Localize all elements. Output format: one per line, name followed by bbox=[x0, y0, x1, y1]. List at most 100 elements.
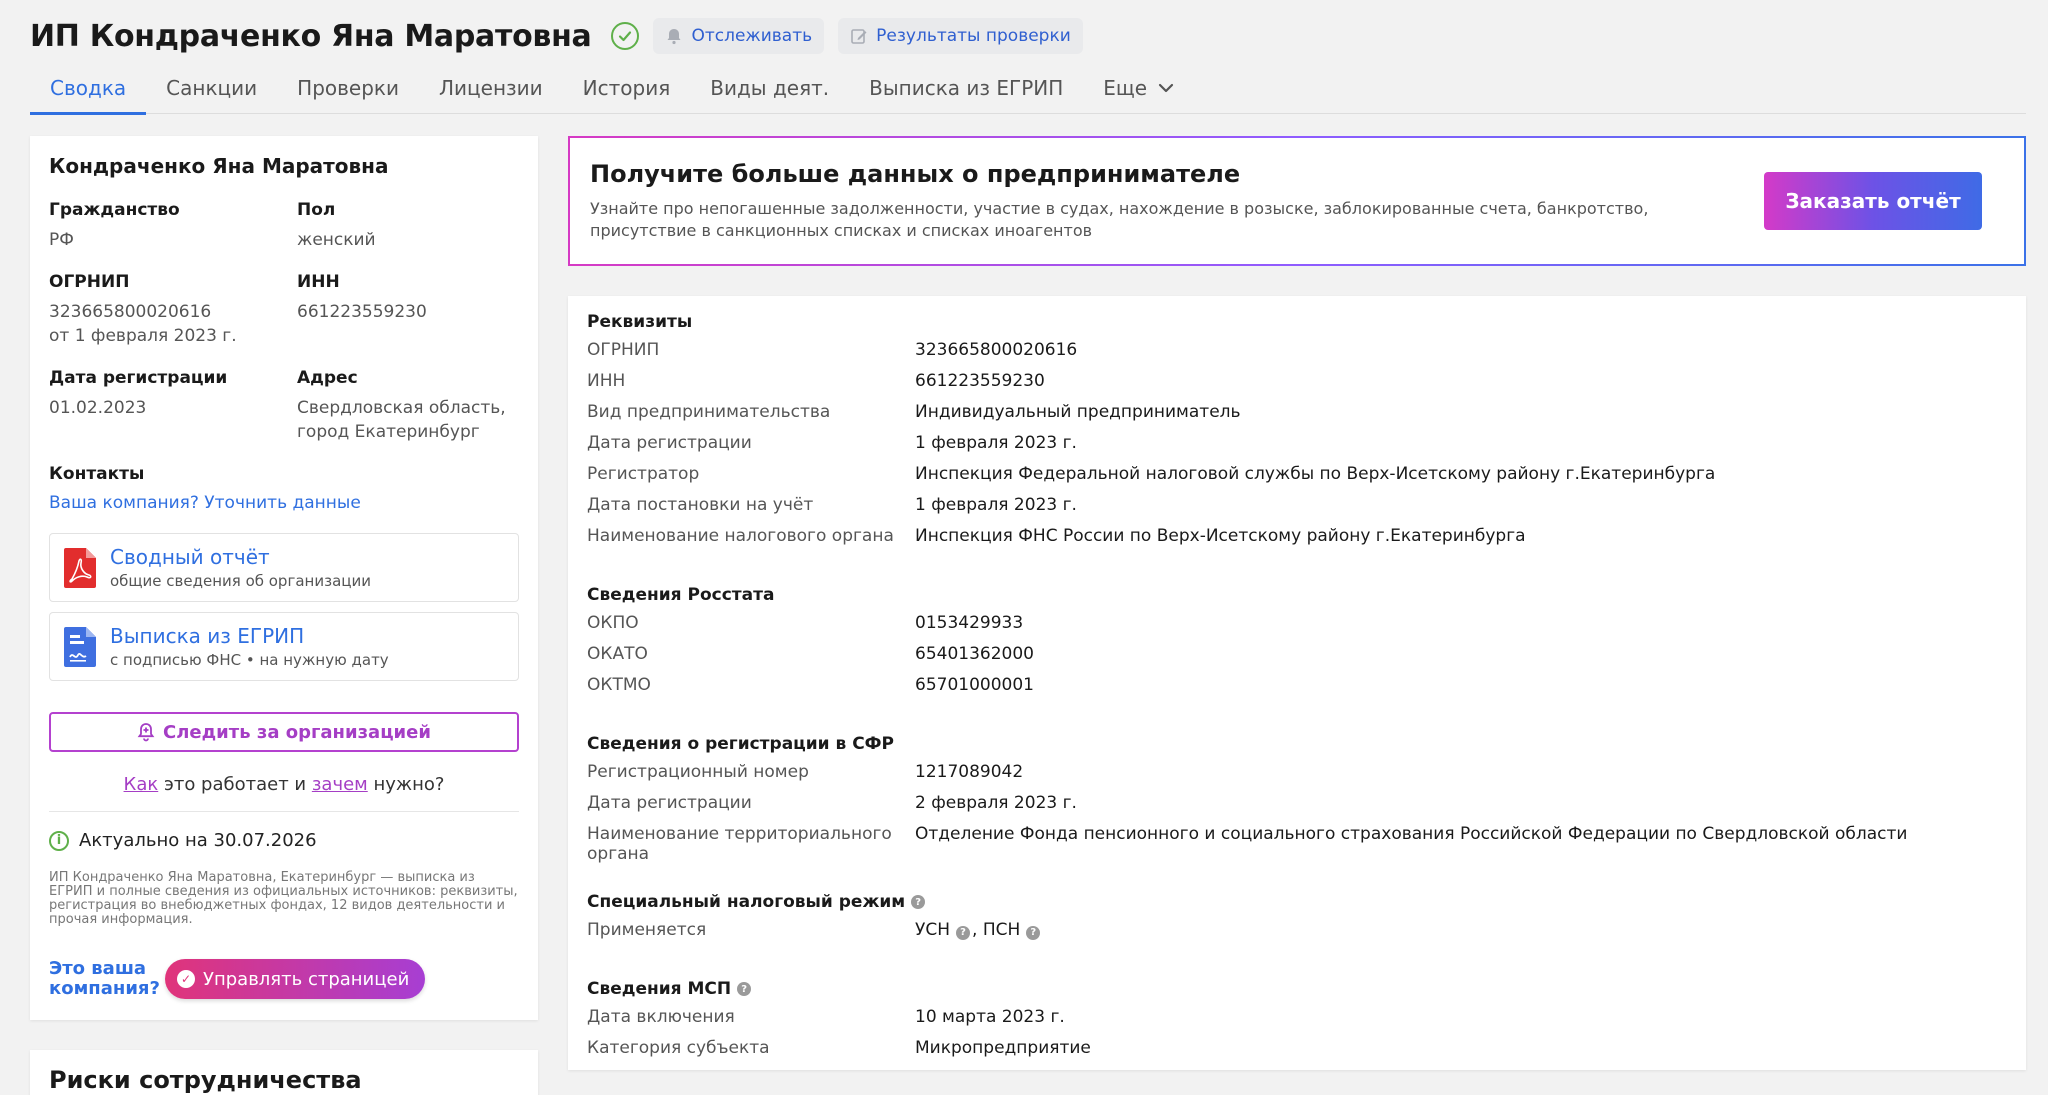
row-key: Применяется bbox=[587, 920, 707, 940]
row-value: 0153429933 bbox=[915, 613, 1024, 633]
track-button-label: Отслеживать bbox=[691, 26, 813, 46]
tab-label: Виды деят. bbox=[710, 76, 830, 100]
check-results-button[interactable]: Результаты проверки bbox=[838, 18, 1083, 54]
tab-label: История bbox=[582, 76, 671, 100]
verified-check-icon bbox=[611, 22, 640, 50]
tab-label: Выписка из ЕГРИП bbox=[869, 76, 1064, 100]
requisites-card: Реквизиты ОГРНИП 323665800020616 ИНН 66122… bbox=[568, 296, 2026, 1070]
tab-inspections[interactable]: Проверки bbox=[277, 62, 419, 114]
why-link[interactable]: зачем bbox=[312, 774, 368, 795]
info-icon: i bbox=[49, 830, 69, 851]
how-link[interactable]: Как bbox=[124, 774, 159, 795]
ogrnip-value: 323665800020616 bbox=[49, 302, 212, 322]
row-key: Наименование налогового органа bbox=[587, 526, 894, 546]
summary-report-title: Сводный отчёт bbox=[110, 545, 270, 569]
reg-date-label: Дата регистрации bbox=[49, 368, 228, 388]
page-title: ИП Кондраченко Яна Маратовна bbox=[30, 18, 592, 54]
clarify-data-link[interactable]: Ваша компания? Уточнить данные bbox=[49, 493, 519, 513]
row-key: Регистратор bbox=[587, 464, 700, 484]
help-icon[interactable]: ? bbox=[737, 982, 752, 996]
contacts-label: Контакты bbox=[49, 464, 145, 484]
row-value: 2 февраля 2023 г. bbox=[915, 793, 1077, 813]
row-key: Дата включения bbox=[587, 1007, 735, 1027]
rosstat-title: Сведения Росстата bbox=[587, 585, 775, 605]
egrip-extract-link[interactable]: Выписка из ЕГРИП с подписью ФНС • на нуж… bbox=[49, 612, 519, 681]
row-key: ОКПО bbox=[587, 613, 639, 633]
own-company-link[interactable]: Это ваша компания? bbox=[49, 959, 160, 999]
psn-label: ПСН bbox=[982, 920, 1021, 940]
tab-more[interactable]: Еще bbox=[1083, 62, 1195, 114]
table-row: Применяется УСН?, ПСН? bbox=[587, 920, 2007, 951]
requisites-title: Реквизиты bbox=[587, 312, 693, 332]
tab-egrip-extract[interactable]: Выписка из ЕГРИП bbox=[849, 62, 1083, 114]
table-row: Регистрационный номер 1217089042 bbox=[587, 762, 2007, 793]
entrepreneur-name: Кондраченко Яна Маратовна bbox=[49, 154, 389, 178]
row-value: 1217089042 bbox=[915, 762, 1024, 782]
row-key: Дата постановки на учёт bbox=[587, 495, 814, 515]
row-value: 65701000001 bbox=[915, 675, 1034, 695]
manage-page-button[interactable]: ✓ Управлять страницей bbox=[165, 959, 426, 999]
how-text: это работает и bbox=[158, 774, 312, 795]
sex-value: женский bbox=[297, 230, 376, 250]
follow-organization-button[interactable]: Следить за организацией bbox=[49, 712, 519, 752]
promo-text: Узнайте про непогашенные задолженности, … bbox=[590, 199, 1649, 240]
row-value: 323665800020616 bbox=[915, 340, 1078, 360]
address-label: Адрес bbox=[297, 368, 358, 388]
row-key: Регистрационный номер bbox=[587, 762, 809, 782]
tab-licenses[interactable]: Лицензии bbox=[419, 62, 563, 114]
row-key: ОГРНИП bbox=[587, 340, 660, 360]
help-icon[interactable]: ? bbox=[911, 895, 926, 909]
row-key: ИНН bbox=[587, 371, 626, 391]
edit-icon bbox=[851, 29, 867, 44]
tab-bar: Сводка Санкции Проверки Лицензии История… bbox=[30, 62, 2026, 115]
how-it-works-text: Как это работает и зачем нужно? bbox=[49, 774, 519, 795]
chevron-down-icon bbox=[1158, 83, 1174, 93]
row-value: 65401362000 bbox=[915, 644, 1034, 664]
document-icon bbox=[64, 626, 96, 667]
table-row: ОКПО 0153429933 bbox=[587, 613, 2007, 644]
row-value: 1 февраля 2023 г. bbox=[915, 433, 1077, 453]
page-header: ИП Кондраченко Яна Маратовна Отслеживать… bbox=[30, 14, 1083, 58]
table-row: Дата регистрации 2 февраля 2023 г. bbox=[587, 793, 2007, 824]
check-results-label: Результаты проверки bbox=[876, 26, 1071, 46]
rosstat-section: Сведения Росстата ОКПО 0153429933 ОКАТО 65… bbox=[587, 585, 2007, 706]
tab-label: Проверки bbox=[297, 76, 399, 100]
row-value: Отделение Фонда пенсионного и социальног… bbox=[915, 824, 1908, 844]
tab-summary[interactable]: Сводка bbox=[30, 62, 147, 115]
tab-sanctions[interactable]: Санкции bbox=[146, 62, 277, 114]
help-icon[interactable]: ? bbox=[1026, 926, 1041, 940]
description-note: ИП Кондраченко Яна Маратовна, Екатеринбу… bbox=[49, 870, 518, 927]
tab-activities[interactable]: Виды деят. bbox=[690, 62, 849, 114]
row-key: ОКТМО bbox=[587, 675, 651, 695]
table-row: Вид предпринимательства Индивидуальный пр… bbox=[587, 402, 2007, 433]
actual-date-text: Актуально на 30.07.2026 bbox=[79, 830, 317, 851]
pdf-icon bbox=[64, 547, 96, 588]
manage-page-label: Управлять страницей bbox=[203, 968, 410, 990]
table-row: Наименование налогового органа Инспекция … bbox=[587, 526, 2007, 557]
inn-value: 661223559230 bbox=[297, 302, 427, 322]
track-button[interactable]: Отслеживать bbox=[653, 18, 825, 54]
bell-plus-icon bbox=[137, 723, 155, 742]
inn-label: ИНН bbox=[297, 272, 340, 292]
reg-date-value: 01.02.2023 bbox=[49, 398, 147, 418]
row-value: 10 марта 2023 г. bbox=[915, 1007, 1065, 1027]
egrip-extract-title: Выписка из ЕГРИП bbox=[110, 624, 305, 648]
row-value: 1 февраля 2023 г. bbox=[915, 495, 1077, 515]
order-report-button[interactable]: Заказать отчёт bbox=[1764, 172, 1982, 230]
promo-banner: Получите больше данных о предпринимателе… bbox=[568, 136, 2026, 266]
tab-label: Санкции bbox=[166, 76, 258, 100]
citizenship-value: РФ bbox=[49, 230, 74, 250]
row-key: ОКАТО bbox=[587, 644, 648, 664]
address-value: Свердловская область, город Екатеринбург bbox=[297, 398, 506, 442]
ogrnip-date: от 1 февраля 2023 г. bbox=[49, 326, 237, 346]
own-company-row: Это ваша компания? ✓ Управлять страницей bbox=[49, 959, 519, 999]
tab-label: Лицензии bbox=[439, 76, 543, 100]
table-row: Дата регистрации 1 февраля 2023 г. bbox=[587, 433, 2007, 464]
risks-card: Риски сотрудничества bbox=[30, 1050, 538, 1095]
summary-report-link[interactable]: Сводный отчёт общие сведения об организа… bbox=[49, 533, 519, 602]
citizenship-label: Гражданство bbox=[49, 200, 180, 220]
tax-regime-section: Специальный налоговый режим ? Применяетс… bbox=[587, 892, 2007, 951]
help-icon[interactable]: ? bbox=[956, 926, 971, 940]
row-value: УСН?, ПСН? bbox=[915, 920, 1042, 951]
tab-history[interactable]: История bbox=[563, 62, 691, 114]
